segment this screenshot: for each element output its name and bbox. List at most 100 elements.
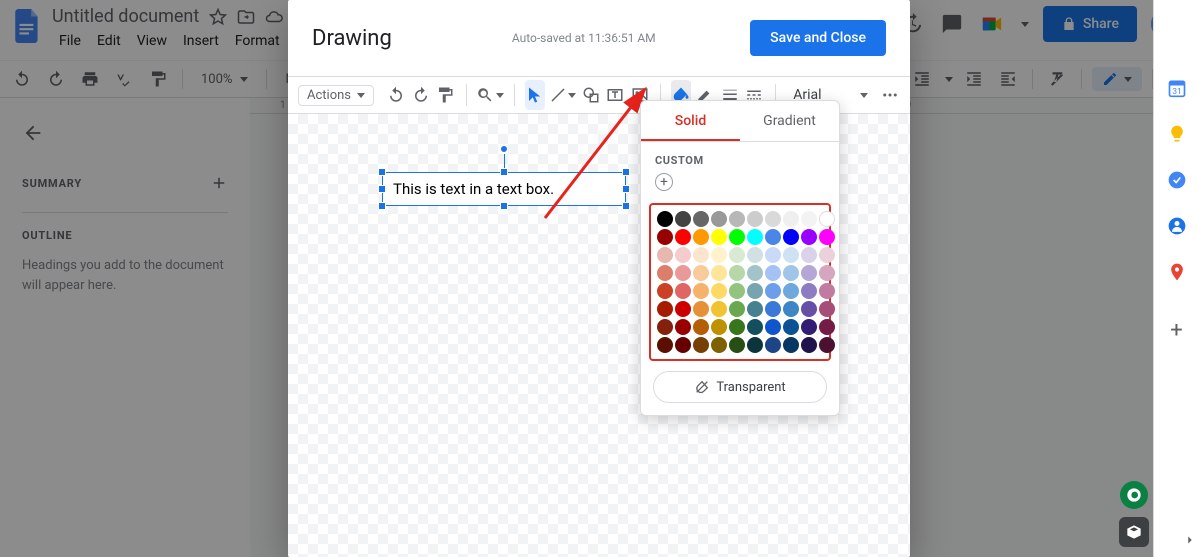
color-swatch[interactable] (711, 319, 727, 335)
save-and-close-button[interactable]: Save and Close (750, 20, 886, 56)
color-swatch[interactable] (711, 283, 727, 299)
color-swatch[interactable] (783, 211, 799, 227)
color-swatch[interactable] (657, 319, 673, 335)
color-swatch[interactable] (711, 211, 727, 227)
color-swatch[interactable] (801, 283, 817, 299)
color-swatch[interactable] (747, 319, 763, 335)
color-swatch[interactable] (819, 283, 835, 299)
color-swatch[interactable] (693, 301, 709, 317)
color-swatch[interactable] (693, 265, 709, 281)
color-swatch[interactable] (765, 283, 781, 299)
textbox-tool-icon[interactable] (605, 80, 626, 110)
color-swatch[interactable] (693, 319, 709, 335)
color-swatch[interactable] (711, 337, 727, 353)
color-swatch[interactable] (711, 247, 727, 263)
undo-icon[interactable] (386, 80, 407, 110)
color-swatch[interactable] (729, 229, 745, 245)
contacts-icon[interactable] (1167, 216, 1187, 236)
color-swatch[interactable] (729, 247, 745, 263)
color-swatch[interactable] (675, 229, 691, 245)
color-swatch[interactable] (783, 265, 799, 281)
color-swatch[interactable] (747, 211, 763, 227)
color-swatch[interactable] (801, 211, 817, 227)
color-swatch[interactable] (783, 247, 799, 263)
color-swatch[interactable] (675, 283, 691, 299)
calendar-icon[interactable]: 31 (1167, 78, 1187, 98)
color-swatch[interactable] (675, 211, 691, 227)
text-box[interactable]: This is text in a text box. (382, 172, 626, 206)
resize-handle[interactable] (378, 185, 386, 193)
color-swatch[interactable] (747, 337, 763, 353)
color-swatch[interactable] (819, 229, 835, 245)
add-addon-icon[interactable]: + (1170, 318, 1182, 343)
line-tool-icon[interactable] (549, 80, 576, 110)
actions-menu[interactable]: Actions (298, 85, 374, 106)
color-swatch[interactable] (819, 247, 835, 263)
select-tool-icon[interactable] (525, 80, 546, 110)
transparent-button[interactable]: Transparent (653, 371, 827, 403)
color-swatch[interactable] (657, 229, 673, 245)
shape-tool-icon[interactable] (580, 80, 601, 110)
color-swatch[interactable] (783, 283, 799, 299)
resize-handle[interactable] (378, 202, 386, 210)
color-swatch[interactable] (675, 301, 691, 317)
color-swatch[interactable] (765, 337, 781, 353)
color-swatch[interactable] (819, 301, 835, 317)
tasks-icon[interactable] (1167, 170, 1187, 190)
color-swatch[interactable] (765, 229, 781, 245)
color-swatch[interactable] (675, 265, 691, 281)
color-swatch[interactable] (783, 229, 799, 245)
color-swatch[interactable] (765, 301, 781, 317)
color-swatch[interactable] (729, 301, 745, 317)
color-swatch[interactable] (657, 283, 673, 299)
color-swatch[interactable] (747, 265, 763, 281)
tab-solid[interactable]: Solid (641, 101, 740, 141)
color-swatch[interactable] (801, 301, 817, 317)
more-icon[interactable] (880, 80, 901, 110)
color-swatch[interactable] (729, 319, 745, 335)
color-swatch[interactable] (801, 229, 817, 245)
paint-format-icon[interactable] (435, 80, 456, 110)
color-swatch[interactable] (657, 265, 673, 281)
color-swatch[interactable] (783, 301, 799, 317)
color-swatch[interactable] (693, 283, 709, 299)
resize-handle[interactable] (500, 168, 508, 176)
rotate-handle[interactable] (500, 145, 508, 153)
color-swatch[interactable] (801, 247, 817, 263)
color-swatch[interactable] (657, 247, 673, 263)
zoom-icon[interactable] (476, 80, 504, 110)
resize-handle[interactable] (622, 168, 630, 176)
color-swatch[interactable] (675, 337, 691, 353)
color-swatch[interactable] (801, 337, 817, 353)
resize-handle[interactable] (622, 202, 630, 210)
color-swatch[interactable] (819, 319, 835, 335)
color-swatch[interactable] (657, 301, 673, 317)
tab-gradient[interactable]: Gradient (740, 101, 839, 141)
resize-handle[interactable] (622, 185, 630, 193)
add-custom-color[interactable]: + (641, 173, 839, 199)
color-swatch[interactable] (819, 265, 835, 281)
color-swatch[interactable] (801, 319, 817, 335)
color-swatch[interactable] (729, 265, 745, 281)
color-swatch[interactable] (675, 247, 691, 263)
color-swatch[interactable] (783, 337, 799, 353)
color-swatch[interactable] (729, 211, 745, 227)
resize-handle[interactable] (500, 202, 508, 210)
color-swatch[interactable] (693, 247, 709, 263)
color-swatch[interactable] (711, 301, 727, 317)
color-swatch[interactable] (657, 337, 673, 353)
color-swatch[interactable] (765, 319, 781, 335)
color-swatch[interactable] (729, 337, 745, 353)
color-swatch[interactable] (765, 247, 781, 263)
maps-icon[interactable] (1167, 262, 1187, 282)
color-swatch[interactable] (747, 283, 763, 299)
color-swatch[interactable] (747, 229, 763, 245)
color-swatch[interactable] (801, 265, 817, 281)
color-swatch[interactable] (693, 229, 709, 245)
color-swatch[interactable] (747, 247, 763, 263)
color-swatch[interactable] (693, 337, 709, 353)
color-swatch[interactable] (783, 319, 799, 335)
color-swatch[interactable] (765, 211, 781, 227)
show-sidepanel-icon[interactable] (1183, 533, 1197, 551)
color-swatch[interactable] (819, 211, 835, 227)
